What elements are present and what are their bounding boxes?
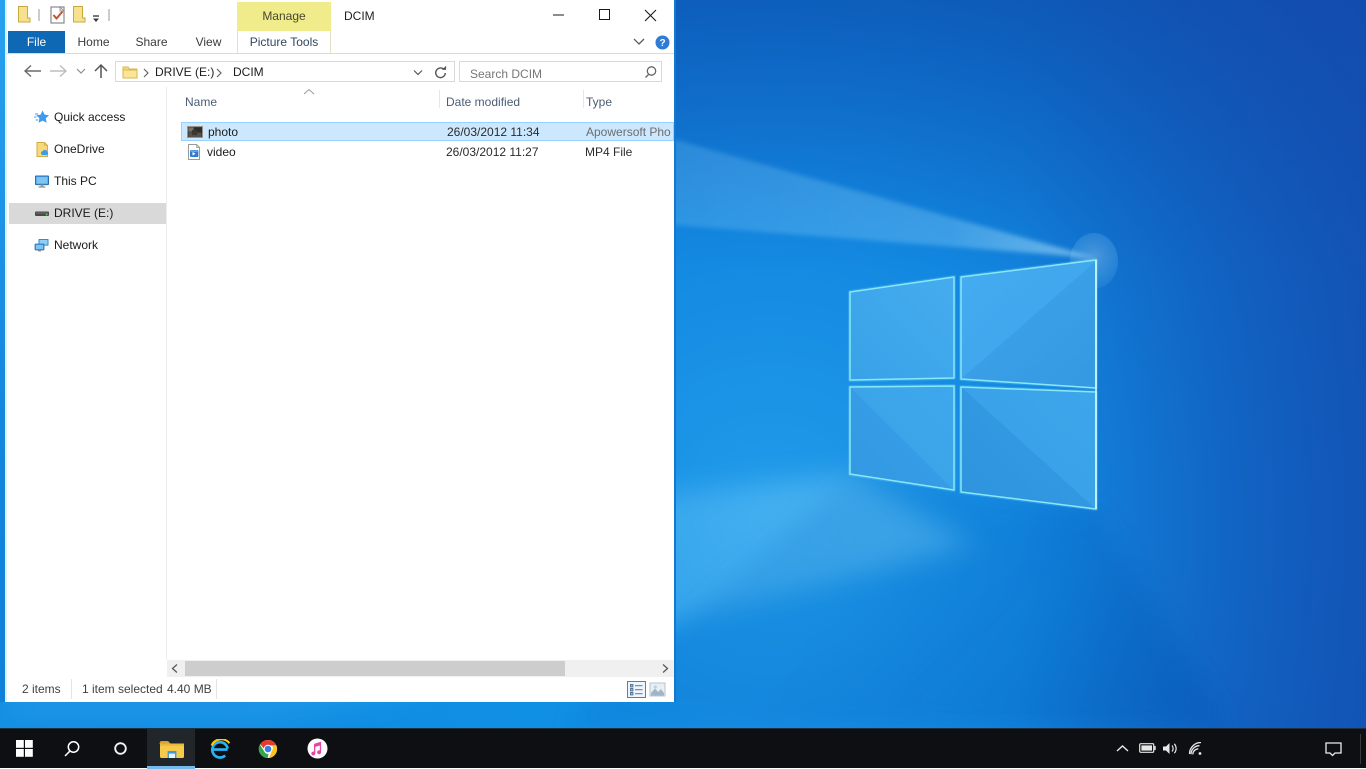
svg-text:?: ? bbox=[659, 38, 665, 49]
